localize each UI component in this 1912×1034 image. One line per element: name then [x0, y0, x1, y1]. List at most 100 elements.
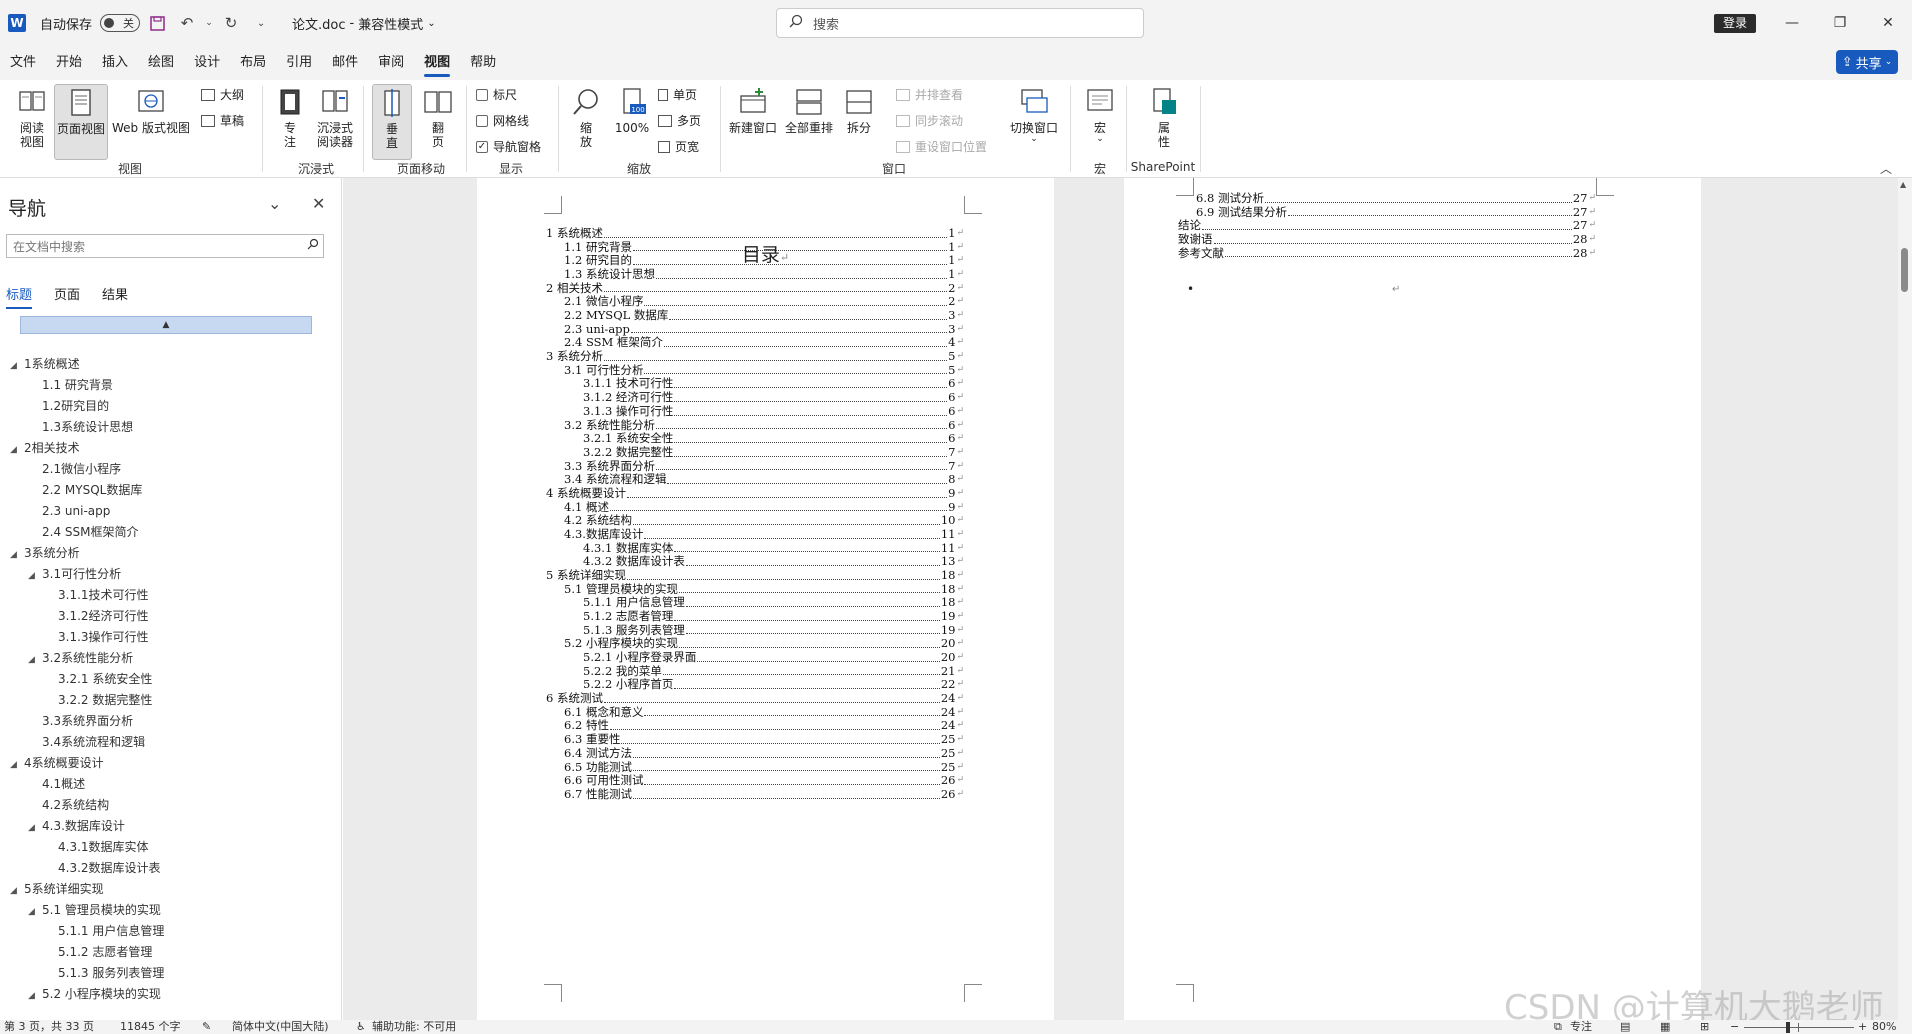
minimize-icon[interactable]: — [1768, 0, 1816, 46]
search-icon[interactable] [307, 238, 319, 253]
document-page[interactable]: 目录↵ 1 系统概述 1 ↵ 1.1 研究背景 1 ↵ 1.2 研究目的 1 ↵ 1.3 系统设计… [477, 178, 1054, 1020]
split-button[interactable]: 拆分 [842, 84, 876, 135]
tab-view[interactable]: 视图 [424, 46, 451, 80]
share-button[interactable]: ⇪ 共享 ⌄ [1836, 50, 1898, 74]
tab-help[interactable]: 帮助 [470, 46, 496, 80]
scrollbar-thumb[interactable] [1901, 248, 1908, 292]
tab-mailings[interactable]: 邮件 [332, 46, 358, 80]
zoom-in-icon[interactable]: + [1858, 1020, 1867, 1034]
focus-button[interactable]: 专 注 [272, 84, 308, 149]
expand-triangle-icon[interactable]: ◢ [10, 881, 24, 902]
nav-tab-headings[interactable]: 标题 [6, 284, 33, 309]
web-layout-icon[interactable]: ⊞ [1700, 1020, 1709, 1034]
draft-button[interactable]: 草稿 [201, 112, 244, 129]
nav-heading-item[interactable]: 4.3.2数据库设计表 [44, 858, 161, 879]
search-input[interactable]: 搜索 [776, 8, 1144, 38]
nav-heading-item[interactable]: ◢ 5.2 小程序模块的实现 [28, 984, 161, 1004]
navigation-pane-checkbox[interactable]: ✓ 导航窗格 [476, 138, 541, 155]
synchronous-scrolling-button[interactable]: 同步滚动 [896, 112, 963, 129]
gridlines-checkbox[interactable]: 网格线 [476, 112, 529, 129]
ruler-checkbox[interactable]: 标尺 [476, 86, 517, 103]
expand-triangle-icon[interactable]: ◢ [28, 650, 42, 671]
restore-icon[interactable]: ❐ [1816, 0, 1864, 46]
vertical-scrollbar[interactable]: ▲ [1898, 178, 1912, 1020]
read-mode-button[interactable]: 阅读 视图 [12, 84, 52, 149]
tab-home[interactable]: 开始 [56, 46, 82, 80]
expand-triangle-icon[interactable]: ◢ [10, 755, 24, 776]
document-title[interactable]: 论文.doc - 兼容性模式 ⌄ [292, 14, 436, 33]
nav-heading-item[interactable]: ◢ 3系统分析 [10, 543, 80, 564]
undo-icon[interactable]: ↶ [174, 10, 200, 36]
tab-review[interactable]: 审阅 [378, 46, 404, 80]
nav-heading-item[interactable]: ◢ 4系统概要设计 [10, 753, 104, 774]
focus-mode-button[interactable]: 专注 [1570, 1020, 1592, 1034]
nav-heading-item[interactable]: 3.2.1 系统安全性 [44, 669, 152, 690]
nav-heading-item[interactable]: 5.1.3 服务列表管理 [44, 963, 164, 984]
zoom-out-icon[interactable]: − [1730, 1020, 1739, 1034]
tab-insert[interactable]: 插入 [102, 46, 128, 80]
nav-heading-item[interactable]: ◢ 3.1可行性分析 [28, 564, 121, 585]
tab-layout[interactable]: 布局 [240, 46, 266, 80]
redo-icon[interactable]: ↻ [218, 10, 244, 36]
nav-heading-item[interactable]: 1.1 研究背景 [28, 375, 113, 396]
customize-quick-access-icon[interactable]: ⌄ [248, 10, 274, 36]
zoom-button[interactable]: 缩 放 [568, 84, 604, 149]
nav-heading-item[interactable]: 4.2系统结构 [28, 795, 109, 816]
login-button[interactable]: 登录 [1714, 14, 1757, 33]
nav-heading-item[interactable]: 2.2 MYSQL数据库 [28, 480, 142, 501]
expand-triangle-icon[interactable]: ◢ [28, 818, 42, 839]
tab-file[interactable]: 文件 [10, 46, 36, 80]
nav-scroll-up-button[interactable]: ▲ [20, 316, 312, 334]
nav-heading-item[interactable]: 2.3 uni-app [28, 501, 110, 522]
scroll-up-icon[interactable]: ▲ [1900, 180, 1906, 189]
nav-heading-item[interactable]: 3.2.2 数据完整性 [44, 690, 152, 711]
switch-windows-button[interactable]: 切换窗口 ⌄ [1006, 84, 1062, 144]
proofing-icon[interactable]: ✎ [202, 1020, 211, 1034]
nav-tab-results[interactable]: 结果 [102, 284, 128, 309]
arrange-all-button[interactable]: 全部重排 [782, 84, 836, 135]
nav-heading-item[interactable]: 5.1.2 志愿者管理 [44, 942, 152, 963]
nav-heading-item[interactable]: 1.2研究目的 [28, 396, 109, 417]
print-layout-icon[interactable]: ▦ [1660, 1020, 1670, 1034]
nav-heading-item[interactable]: 3.3系统界面分析 [28, 711, 133, 732]
nav-options-icon[interactable]: ⌄ [268, 194, 281, 213]
close-icon[interactable]: ✕ [312, 194, 325, 213]
nav-heading-item[interactable]: ◢ 3.2系统性能分析 [28, 648, 133, 669]
expand-triangle-icon[interactable]: ◢ [28, 902, 42, 923]
nav-heading-item[interactable]: 1.3系统设计思想 [28, 417, 133, 438]
nav-heading-item[interactable]: ◢ 4.3.数据库设计 [28, 816, 125, 837]
nav-heading-item[interactable]: 2.1微信小程序 [28, 459, 121, 480]
nav-search-input[interactable]: 在文档中搜索 [6, 234, 324, 258]
tab-design[interactable]: 设计 [194, 46, 220, 80]
read-mode-icon[interactable]: ▤ [1620, 1020, 1630, 1034]
print-layout-button[interactable]: 页面视图 [54, 84, 108, 160]
nav-heading-item[interactable]: ◢ 5系统详细实现 [10, 879, 104, 900]
nav-heading-item[interactable]: 3.4系统流程和逻辑 [28, 732, 145, 753]
nav-tab-pages[interactable]: 页面 [54, 284, 80, 309]
undo-dropdown-icon[interactable]: ⌄ [204, 10, 214, 36]
zoom-level[interactable]: 80% [1872, 1020, 1896, 1034]
nav-heading-item[interactable]: ◢ 5.1 管理员模块的实现 [28, 900, 161, 921]
view-side-by-side-button[interactable]: 并排查看 [896, 86, 963, 103]
zoom-100-button[interactable]: 100 100% [612, 84, 652, 135]
properties-button[interactable]: 属 性 [1146, 84, 1182, 149]
immersive-reader-button[interactable]: 沉浸式 阅读器 [312, 84, 358, 149]
nav-heading-item[interactable]: 5.1.1 用户信息管理 [44, 921, 164, 942]
nav-heading-item[interactable]: 2.4 SSM框架简介 [28, 522, 139, 543]
expand-triangle-icon[interactable]: ◢ [10, 356, 24, 377]
web-layout-button[interactable]: Web 版式视图 [110, 84, 192, 135]
toc-entry[interactable]: 参考文献 28 ↵ [1178, 245, 1596, 262]
multiple-pages-button[interactable]: 多页 [658, 112, 701, 129]
expand-triangle-icon[interactable]: ◢ [28, 986, 42, 1004]
word-count[interactable]: 11845 个字 [120, 1020, 181, 1034]
autosave-toggle[interactable]: 关 [100, 14, 141, 32]
close-icon[interactable]: ✕ [1864, 0, 1912, 46]
page-count[interactable]: 第 3 页，共 33 页 [4, 1020, 94, 1034]
document-page[interactable]: 6.8 测试分析 27 ↵ 6.9 测试结果分析 27 ↵ 结论 27 ↵ 致谢语 28 ↵ 参考文献 2… [1124, 178, 1701, 1020]
language-status[interactable]: 简体中文(中国大陆) [232, 1020, 329, 1034]
expand-triangle-icon[interactable]: ◢ [10, 440, 24, 461]
toc-entry[interactable]: 6.7 性能测试 26 ↵ [564, 786, 964, 803]
new-window-button[interactable]: 新建窗口 [726, 84, 780, 135]
nav-heading-item[interactable]: 3.1.3操作可行性 [44, 627, 149, 648]
outline-button[interactable]: 大纲 [201, 86, 244, 103]
